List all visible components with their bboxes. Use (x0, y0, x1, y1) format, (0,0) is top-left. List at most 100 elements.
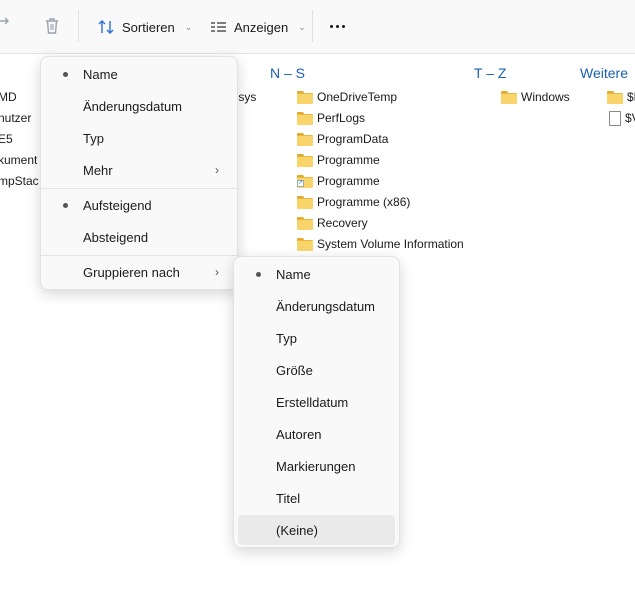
menu-item-label: (Keine) (276, 522, 318, 538)
menu-item-label: Titel (276, 490, 301, 506)
menu-item-label: Größe (276, 362, 313, 378)
chevron-right-icon: › (215, 163, 219, 177)
more-icon-dot (335, 24, 339, 28)
group-by-type-item[interactable]: Typ (238, 323, 395, 353)
menu-item-label: Erstelldatum (276, 394, 349, 410)
sort-by-type-item[interactable]: Typ (45, 123, 233, 153)
list-item[interactable]: nutzer (0, 108, 31, 128)
group-header-n-s[interactable]: N – S (270, 65, 305, 81)
file-explorer-window: Sortieren ⌄ Anzeigen ⌄ N – S T – Z Weite… (0, 0, 635, 607)
selected-dot-icon (63, 202, 68, 208)
more-icon (329, 24, 333, 28)
item-label: MD (0, 90, 17, 104)
group-by-title-item[interactable]: Titel (238, 483, 395, 513)
item-label: $V (625, 111, 635, 125)
item-label: ProgramData (317, 132, 389, 146)
menu-item-label: Typ (276, 330, 297, 346)
folder-icon (297, 133, 313, 146)
toolbar-separator (312, 10, 313, 42)
more-options-button[interactable] (322, 12, 352, 40)
list-item[interactable]: .sys (235, 87, 256, 107)
menu-item-label: Autoren (276, 426, 322, 442)
shortcut-arrow-icon: ↗ (297, 180, 304, 187)
file-item[interactable]: $V (609, 108, 635, 128)
item-label: mpStac (0, 174, 39, 188)
folder-shortcut-item[interactable]: ↗ Programme (297, 171, 380, 191)
item-label: Programme (x86) (317, 195, 411, 209)
group-by-created-item[interactable]: Erstelldatum (238, 387, 395, 417)
menu-item-label: Aufsteigend (83, 197, 152, 213)
item-label: Recovery (317, 216, 368, 230)
menu-item-label: Änderungsdatum (276, 298, 376, 314)
group-by-authors-item[interactable]: Autoren (238, 419, 395, 449)
group-by-name-item[interactable]: Name (238, 259, 395, 289)
item-label: System Volume Information (317, 237, 464, 251)
sort-button[interactable]: Sortieren ⌄ (92, 13, 196, 41)
sort-by-modified-item[interactable]: Änderungsdatum (45, 91, 233, 121)
menu-item-label: Änderungsdatum (83, 98, 183, 114)
folder-icon (297, 196, 313, 209)
sort-icon (98, 20, 114, 34)
folder-item[interactable]: System Volume Information (297, 234, 464, 254)
view-button-label: Anzeigen (234, 19, 289, 35)
folder-item[interactable]: $R (607, 87, 635, 107)
group-header-other[interactable]: Weitere (580, 65, 628, 81)
menu-item-label: Mehr (83, 162, 113, 178)
menu-separator (41, 255, 237, 256)
item-label: Programme (317, 174, 380, 188)
view-icon (211, 22, 226, 32)
folder-icon (501, 91, 517, 104)
group-header-t-z[interactable]: T – Z (474, 65, 506, 81)
sort-ascending-item[interactable]: Aufsteigend (45, 190, 233, 220)
sort-descending-item[interactable]: Absteigend (45, 222, 233, 252)
item-label: kument (0, 153, 38, 167)
item-label: E5 (0, 132, 13, 146)
delete-icon[interactable] (41, 15, 63, 37)
command-bar: Sortieren ⌄ Anzeigen ⌄ (0, 0, 635, 54)
item-label: .sys (235, 90, 257, 104)
folder-icon (607, 91, 623, 104)
list-item[interactable]: mpStac (0, 171, 39, 191)
list-item[interactable]: E5 (0, 129, 13, 149)
item-label: PerfLogs (317, 111, 366, 125)
group-by-size-item[interactable]: Größe (238, 355, 395, 385)
folder-item[interactable]: Windows (501, 87, 570, 107)
folder-icon (297, 154, 313, 167)
group-by-modified-item[interactable]: Änderungsdatum (238, 291, 395, 321)
group-by-tags-item[interactable]: Markierungen (238, 451, 395, 481)
selected-dot-icon (256, 271, 261, 277)
list-item[interactable]: kument (0, 150, 37, 170)
folder-item[interactable]: Programme (x86) (297, 192, 410, 212)
chevron-down-icon: ⌄ (298, 21, 306, 32)
group-by-none-item[interactable]: (Keine) (238, 515, 395, 545)
folder-icon (297, 238, 313, 251)
list-item[interactable]: MD (0, 87, 17, 107)
menu-item-label: Name (276, 266, 311, 282)
item-label: $R (627, 90, 635, 104)
folder-item[interactable]: OneDriveTemp (297, 87, 397, 107)
folder-icon (297, 91, 313, 104)
folder-item[interactable]: Recovery (297, 213, 368, 233)
toolbar-separator (78, 10, 79, 42)
share-icon[interactable] (0, 15, 16, 37)
chevron-right-icon: › (215, 265, 219, 279)
folder-icon (297, 112, 313, 125)
folder-item[interactable]: ProgramData (297, 129, 388, 149)
chevron-down-icon: ⌄ (184, 21, 193, 32)
folder-item[interactable]: Programme (297, 150, 380, 170)
file-icon (609, 110, 621, 126)
group-by-submenu: Name Änderungsdatum Typ Größe Erstelldat… (233, 256, 400, 548)
folder-shortcut-icon: ↗ (297, 175, 313, 188)
view-button[interactable]: Anzeigen ⌄ (204, 13, 310, 41)
menu-item-label: Markierungen (276, 458, 356, 474)
item-label: Windows (521, 90, 570, 104)
sort-menu: Name Änderungsdatum Typ Mehr › Aufsteigen… (40, 56, 238, 290)
folder-item[interactable]: PerfLogs (297, 108, 365, 128)
menu-item-label: Typ (83, 130, 104, 146)
sort-by-name-item[interactable]: Name (45, 59, 233, 89)
menu-item-label: Name (83, 66, 118, 82)
item-label: OneDriveTemp (317, 90, 398, 104)
group-by-item[interactable]: Gruppieren nach › (45, 257, 233, 287)
folder-icon (297, 217, 313, 230)
sort-more-item[interactable]: Mehr › (45, 155, 233, 185)
